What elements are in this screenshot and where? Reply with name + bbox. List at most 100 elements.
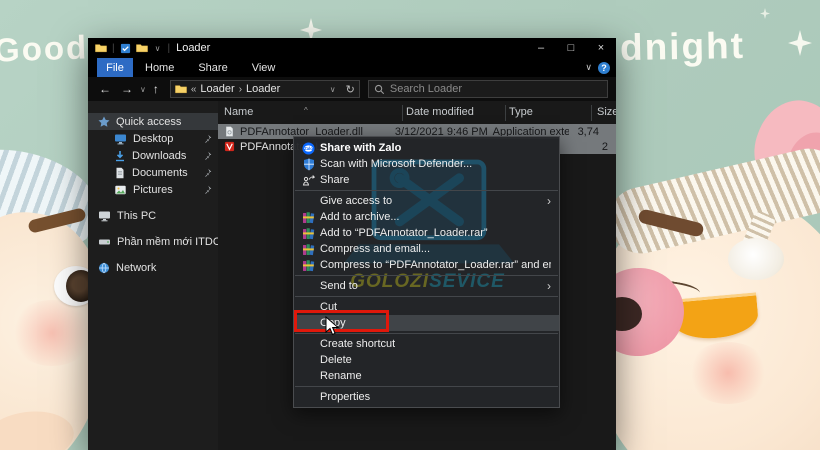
menu-item-share[interactable]: Share <box>294 172 559 188</box>
menu-item-compress-and-email[interactable]: Compress and email... <box>294 241 559 257</box>
right-pig-blush <box>686 342 770 404</box>
menu-item-label: Share with Zalo <box>320 142 401 154</box>
menu-item-share-with-zalo[interactable]: Zalo Share with Zalo <box>294 140 559 156</box>
column-divider <box>402 105 403 121</box>
tab-home[interactable]: Home <box>133 62 186 74</box>
column-divider <box>505 105 506 121</box>
menu-item-add-to-pdfannotator-loader-rar[interactable]: Add to “PDFAnnotator_Loader.rar” <box>294 225 559 241</box>
new-folder-icon[interactable] <box>136 43 148 53</box>
menu-separator <box>295 190 558 191</box>
sidebar-item-downloads[interactable]: Downloads <box>88 147 218 164</box>
tab-share[interactable]: Share <box>186 62 239 74</box>
refresh-icon[interactable]: ↻ <box>346 83 355 96</box>
menu-item-label: Share <box>320 174 349 186</box>
sidebar-item-label: Desktop <box>133 133 173 145</box>
menu-item-delete[interactable]: Delete <box>294 352 559 368</box>
svg-text:Zalo: Zalo <box>304 145 313 150</box>
ribbon-collapse-icon[interactable]: ∨ <box>585 62 592 73</box>
breadcrumb-separator: › <box>239 84 242 95</box>
sidebar-item-pictures[interactable]: Pictures <box>88 181 218 198</box>
menu-item-send-to[interactable]: Send to › <box>294 278 559 294</box>
menu-item-label: Delete <box>320 354 352 366</box>
mouse-cursor-icon <box>325 316 339 336</box>
defender-shield-icon <box>302 158 315 171</box>
column-header-type[interactable]: Type <box>509 106 533 118</box>
column-header-size[interactable]: Size <box>597 106 616 118</box>
no-icon <box>302 391 315 404</box>
recent-locations-icon[interactable]: ∨ <box>138 85 148 94</box>
quick-access-star-icon <box>98 116 110 128</box>
menu-item-label: Rename <box>320 370 362 382</box>
menu-item-give-access-to[interactable]: Give access to› <box>294 193 559 209</box>
tab-file[interactable]: File <box>97 58 133 77</box>
sidebar-item-label: Documents <box>132 167 188 179</box>
left-pig-blush <box>10 300 94 366</box>
sidebar-item-label: Quick access <box>116 116 181 128</box>
pin-icon <box>203 151 212 160</box>
sparkle-icon <box>788 30 812 56</box>
minimize-button[interactable]: – <box>526 38 556 58</box>
dll-file-icon <box>224 126 235 137</box>
quick-access-toolbar: | ∨ | <box>88 43 170 54</box>
help-icon[interactable]: ? <box>598 62 610 74</box>
sidebar-item-desktop[interactable]: Desktop <box>88 130 218 147</box>
winrar-icon <box>302 227 315 240</box>
qat-customize-icon[interactable]: ∨ <box>153 44 163 53</box>
breadcrumb-prefix: « <box>191 84 197 95</box>
right-pig-pompom <box>728 238 784 280</box>
documents-icon <box>114 167 126 179</box>
sidebar-item-this-pc[interactable]: This PC <box>88 207 218 224</box>
drive-icon <box>98 236 111 248</box>
close-button[interactable]: × <box>586 38 616 58</box>
annotation-highlight-box <box>294 310 389 332</box>
wallpaper-text-left: Good <box>0 28 89 69</box>
column-header-name[interactable]: Name <box>224 106 253 118</box>
sidebar-item-quick-access[interactable]: Quick access <box>88 113 218 130</box>
back-button[interactable]: ← <box>94 82 116 96</box>
winrar-icon <box>302 259 315 272</box>
menu-item-label: Send to <box>320 280 358 292</box>
this-pc-icon <box>98 210 111 222</box>
search-box[interactable] <box>368 80 608 98</box>
tab-view[interactable]: View <box>240 62 288 74</box>
window-title: Loader <box>176 42 210 54</box>
menu-item-create-shortcut[interactable]: Create shortcut <box>294 336 559 352</box>
properties-icon[interactable] <box>120 43 131 54</box>
sparkle-icon <box>760 8 770 19</box>
desktop-icon <box>114 133 127 145</box>
titlebar[interactable]: | ∨ | Loader – □ × <box>88 38 616 58</box>
file-size: 2 <box>560 139 616 154</box>
ribbon-tab-row: File Home Share View ∨ ? <box>88 58 616 77</box>
sidebar-item-documents[interactable]: Documents <box>88 164 218 181</box>
desktop: Good dnight | ∨ | Loader – □ × File <box>0 0 820 450</box>
submenu-chevron-icon: › <box>547 281 551 291</box>
menu-item-compress-to-pdfannotator-loader-rar-and-email[interactable]: Compress to “PDFAnnotator_Loader.rar” an… <box>294 257 559 273</box>
breadcrumb-current[interactable]: Loader <box>246 83 280 95</box>
sidebar-item-label: Network <box>116 262 156 274</box>
column-headers: Name ^ Date modified Type Size <box>218 103 616 123</box>
search-input[interactable] <box>390 83 580 95</box>
column-header-date[interactable]: Date modified <box>406 106 474 118</box>
wallpaper-text-right: dnight <box>620 25 746 69</box>
address-bar[interactable]: « Loader › Loader ∨ ↻ <box>170 80 360 98</box>
winrar-icon <box>302 211 315 224</box>
up-button[interactable]: ↑ <box>148 82 164 96</box>
forward-button[interactable]: → <box>116 82 138 96</box>
menu-item-rename[interactable]: Rename <box>294 368 559 384</box>
share-icon <box>302 174 315 187</box>
sidebar-item-label: Pictures <box>133 184 173 196</box>
no-icon <box>302 354 315 367</box>
sidebar-item-network[interactable]: Network <box>88 259 218 276</box>
navigation-bar: ← → ∨ ↑ « Loader › Loader ∨ ↻ <box>88 77 616 101</box>
no-icon <box>302 370 315 383</box>
sidebar-item-ph-n-m-m-m-i-itdoi[interactable]: Phần mềm mới ITDOI <box>88 233 218 250</box>
breadcrumb-parent[interactable]: Loader <box>200 83 234 95</box>
menu-item-add-to-archive[interactable]: Add to archive... <box>294 209 559 225</box>
address-dropdown-icon[interactable]: ∨ <box>328 85 338 94</box>
downloads-icon <box>114 150 126 162</box>
menu-item-scan-with-microsoft-defender[interactable]: Scan with Microsoft Defender... <box>294 156 559 172</box>
maximize-button[interactable]: □ <box>556 38 586 58</box>
network-icon <box>98 262 110 274</box>
submenu-chevron-icon: › <box>547 196 551 206</box>
menu-item-properties[interactable]: Properties <box>294 389 559 405</box>
